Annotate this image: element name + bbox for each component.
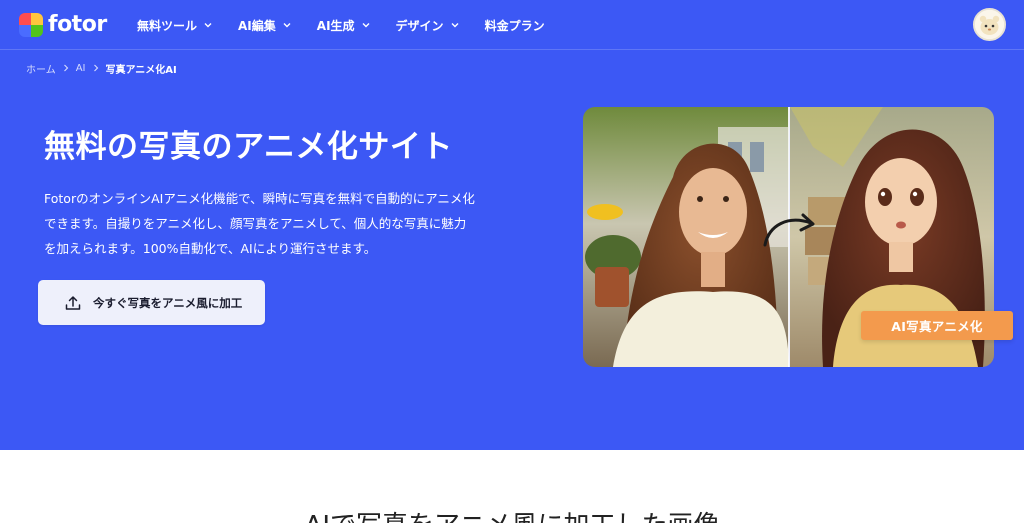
breadcrumb-ai[interactable]: AI [76, 63, 86, 74]
cta-label: 今すぐ写真をアニメ風に加工 [93, 295, 243, 310]
description-line: を加えられます。100%自動化で、AIにより運行させます。 [44, 241, 377, 256]
breadcrumb-home[interactable]: ホーム [26, 61, 56, 76]
menu-ai-edit[interactable]: AI編集 [238, 17, 292, 34]
chevron-down-icon [282, 20, 292, 30]
breadcrumb: ホーム AI 写真アニメ化AI [26, 61, 177, 76]
section-title: AIで写真をアニメ風に加工した画像 [0, 509, 1024, 523]
menu-free-tools[interactable]: 無料ツール [137, 17, 213, 34]
menu-ai-generate[interactable]: AI生成 [317, 17, 371, 34]
brand-name: fotor [48, 12, 107, 37]
menu-design[interactable]: デザイン [396, 17, 460, 34]
chevron-down-icon [203, 20, 213, 30]
upload-photo-button[interactable]: 今すぐ写真をアニメ風に加工 [38, 280, 265, 325]
menu-label: 料金プラン [484, 18, 545, 33]
main-menu: 無料ツール AI編集 AI生成 デザイン 料金プラン [137, 0, 570, 50]
chevron-right-icon [63, 64, 69, 72]
page-title: 無料の写真のアニメ化サイト [44, 129, 453, 165]
hero-description: FotorのオンラインAIアニメ化機能で、瞬時に写真を無料で自動的にアニメ化 で… [44, 186, 524, 261]
chevron-down-icon [450, 20, 460, 30]
fotor-logo-icon [19, 13, 43, 37]
menu-label: AI生成 [316, 18, 355, 33]
chevron-down-icon [361, 20, 371, 30]
menu-label: AI編集 [238, 18, 276, 33]
chevron-right-icon [93, 64, 99, 72]
upload-icon [64, 294, 82, 312]
menu-label: デザイン [395, 18, 444, 33]
top-navigation: fotor 無料ツール AI編集 AI生成 デザイン 料金プラン [0, 0, 1024, 50]
fotor-logo[interactable]: fotor [19, 11, 107, 39]
breadcrumb-current: 写真アニメ化AI [105, 64, 177, 76]
user-avatar[interactable] [973, 8, 1006, 41]
menu-label: 無料ツール [137, 18, 198, 33]
description-line: できます。自撮りをアニメ化し、顔写真をアニメして、個人的な写真に魅力 [44, 216, 467, 231]
hero-section: fotor 無料ツール AI編集 AI生成 デザイン 料金プラン ホーム AI … [0, 0, 1024, 450]
description-line: FotorのオンラインAIアニメ化機能で、瞬時に写真を無料で自動的にアニメ化 [44, 191, 475, 206]
menu-pricing[interactable]: 料金プラン [485, 17, 545, 34]
ai-anime-badge: AI写真アニメ化 [861, 311, 1013, 340]
